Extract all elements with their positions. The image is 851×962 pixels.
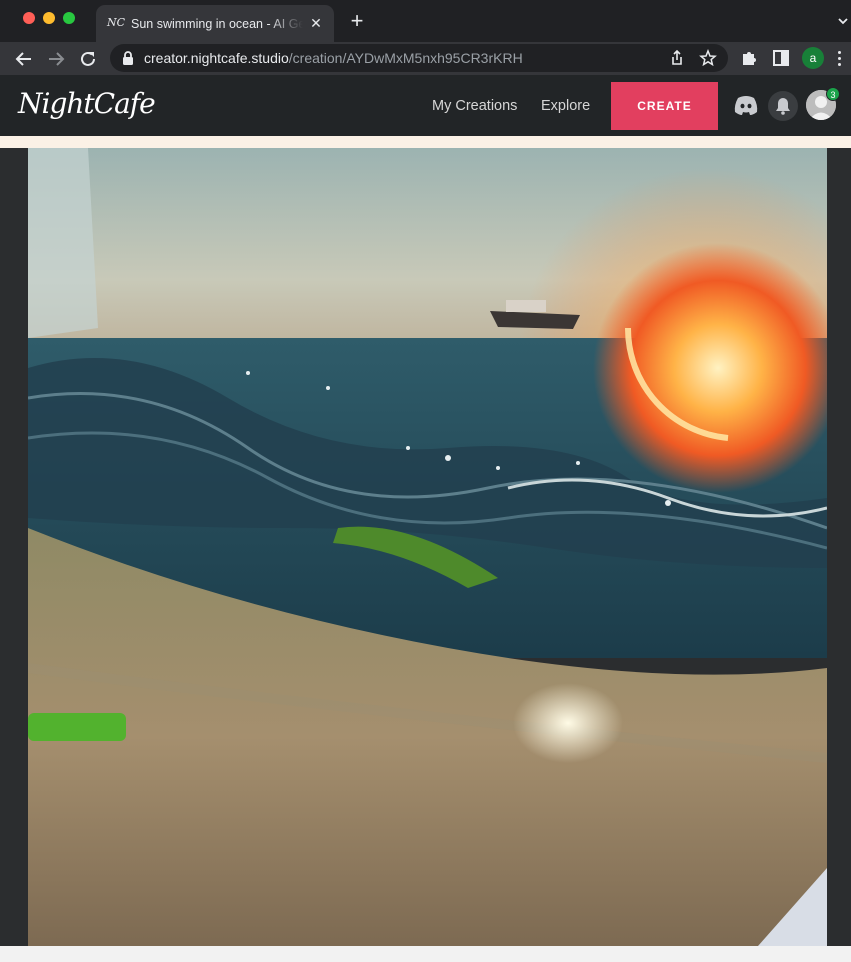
- tab-search-chevron-icon[interactable]: [836, 12, 850, 30]
- nav-my-creations[interactable]: My Creations: [432, 96, 517, 116]
- page-footer-strip: [0, 946, 851, 962]
- tab-close-icon[interactable]: ✕: [307, 14, 325, 32]
- create-button[interactable]: CREATE: [611, 82, 718, 130]
- nightcafe-logo[interactable]: NightCafe: [18, 84, 156, 124]
- browser-tab-active[interactable]: NC Sun swimming in ocean - AI Generated …: [96, 5, 334, 42]
- browser-menu-icon[interactable]: [834, 49, 844, 69]
- bookmark-star-icon[interactable]: [699, 48, 717, 67]
- reload-icon[interactable]: [77, 48, 99, 70]
- nav-explore[interactable]: Explore: [541, 96, 590, 116]
- lock-icon[interactable]: [121, 50, 135, 66]
- address-bar[interactable]: creator.nightcafe.studio/creation/AYDwMx…: [110, 44, 728, 72]
- url-text[interactable]: creator.nightcafe.studio/creation/AYDwMx…: [144, 49, 523, 67]
- url-path: /creation/AYDwMxM5nxh95CR3rKRH: [288, 50, 523, 66]
- window-minimize-button[interactable]: [43, 12, 55, 24]
- url-host: creator.nightcafe.studio: [144, 50, 289, 66]
- bell-icon: [776, 98, 790, 115]
- tab-title: Sun swimming in ocean - AI Generated Art…: [131, 17, 303, 31]
- notification-count-badge: 3: [826, 87, 840, 101]
- extensions-puzzle-icon[interactable]: [739, 48, 759, 68]
- creation-image[interactable]: [28, 148, 827, 946]
- site-header: NightCafe My Creations Explore CREATE 3: [0, 75, 851, 136]
- new-tab-button[interactable]: +: [347, 10, 367, 32]
- browser-profile-avatar[interactable]: a: [802, 47, 824, 69]
- forward-arrow-icon[interactable]: [45, 48, 67, 70]
- share-icon[interactable]: [668, 49, 686, 67]
- nightcafe-favicon-icon: NC: [107, 16, 126, 29]
- discord-icon[interactable]: [733, 93, 759, 117]
- back-arrow-icon[interactable]: [13, 48, 35, 70]
- side-panel-icon[interactable]: [771, 48, 791, 68]
- notifications-button[interactable]: [768, 91, 798, 121]
- window-close-button[interactable]: [23, 12, 35, 24]
- announcement-banner: [0, 136, 851, 148]
- creation-viewer: [0, 148, 851, 948]
- window-maximize-button[interactable]: [63, 12, 75, 24]
- browser-tab-bar: NC Sun swimming in ocean - AI Generated …: [0, 0, 851, 42]
- page-viewport: NightCafe My Creations Explore CREATE 3: [0, 75, 851, 962]
- browser-toolbar: creator.nightcafe.studio/creation/AYDwMx…: [0, 42, 851, 75]
